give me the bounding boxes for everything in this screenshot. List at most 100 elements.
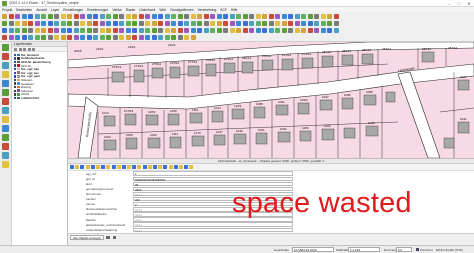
toolbar-tool-icon[interactable] [112,35,118,40]
toolbar-tool-icon[interactable] [145,35,150,40]
toolbar-tool-icon[interactable] [145,28,150,33]
toolbar-tool-icon[interactable] [54,21,59,26]
layer-visibility-checkbox[interactable] [14,82,17,85]
attribute-tool-icon[interactable] [137,165,142,169]
toolbar-tool-icon[interactable] [177,14,183,19]
attribute-tool-icon[interactable] [116,165,121,169]
layer-visibility-checkbox[interactable] [14,57,17,60]
toolbar-tool-icon[interactable] [106,28,111,33]
toolbar-tool-icon[interactable] [197,28,202,33]
toolbar-tool-icon[interactable] [15,14,20,19]
toolbar-tool-icon[interactable] [177,21,183,26]
layer-visibility-checkbox[interactable] [14,93,17,96]
toolbar-tool-icon[interactable] [15,28,20,33]
toolbar-tool-icon[interactable] [60,28,66,33]
attribute-tool-icon[interactable] [75,165,80,169]
toolbar-tool-icon[interactable] [333,28,339,33]
toolbar-tool-icon[interactable] [210,14,215,19]
toolbar-tool-icon[interactable] [216,28,222,33]
toolbar-tool-icon[interactable] [164,35,170,40]
toolbar-tool-icon[interactable] [216,14,222,19]
add-layer-tool-icon[interactable] [2,152,9,159]
toolbar-tool-icon[interactable] [8,21,14,26]
add-layer-tool-icon[interactable] [2,89,9,96]
layer-visibility-checkbox[interactable] [14,60,17,64]
toolbar-tool-icon[interactable] [320,21,326,26]
toolbar-tool-icon[interactable] [67,28,72,33]
toolbar-tool-icon[interactable] [119,28,124,33]
toolbar-tool-icon[interactable] [216,21,222,26]
toolbar-tool-icon[interactable] [138,35,144,40]
crs-button[interactable]: EPSG:31466 (OTF) [436,248,463,252]
toolbar-tool-icon[interactable] [281,14,287,19]
maximize-button[interactable]: □ [454,0,464,7]
toolbar-tool-icon[interactable] [268,14,274,19]
toolbar-tool-icon[interactable] [47,35,53,40]
toolbar-tool-icon[interactable] [67,14,72,19]
attribute-tool-icon[interactable] [163,165,168,169]
attribute-tool-icon[interactable] [85,165,90,169]
menu-item[interactable]: Datenbank [139,8,155,12]
menu-item[interactable]: Geoalgorithmen [170,8,193,12]
coordinate-field[interactable]: 10.5584,49.6228 [292,247,334,252]
layer-visibility-checkbox[interactable] [14,89,17,92]
toolbar-tool-icon[interactable] [197,21,202,26]
toolbar-tool-icon[interactable] [203,14,209,19]
toolbar-tool-icon[interactable] [132,21,137,26]
toolbar-tool-icon[interactable] [138,28,144,33]
menu-item[interactable]: Hilfe [231,8,238,12]
toolbar-tool-icon[interactable] [8,28,14,33]
attribute-tool-icon[interactable] [147,165,152,169]
attribute-tool-icon[interactable] [90,165,95,169]
toolbar-tool-icon[interactable] [41,28,46,33]
toolbar-tool-icon[interactable] [119,21,124,26]
toolbar-tool-icon[interactable] [255,28,261,33]
toolbar-tool-icon[interactable] [275,14,280,19]
toolbar-tool-icon[interactable] [249,28,254,33]
toolbar-tool-icon[interactable] [262,14,267,19]
toolbar-tool-icon[interactable] [223,28,228,33]
toolbar-tool-icon[interactable] [106,35,111,40]
toolbar-tool-icon[interactable] [41,14,46,19]
toolbar-tool-icon[interactable] [99,21,105,26]
toolbar-tool-icon[interactable] [145,21,150,26]
toolbar-tool-icon[interactable] [268,21,274,26]
layer-visibility-checkbox[interactable] [14,64,17,67]
add-layer-tool-icon[interactable] [2,98,9,105]
scale-field[interactable]: 1:1.169 [348,247,380,252]
toolbar-tool-icon[interactable] [28,21,33,26]
toolbar-tool-icon[interactable] [34,21,40,26]
toolbar-tool-icon[interactable] [132,14,137,19]
toolbar-tool-icon[interactable] [249,21,254,26]
menu-item[interactable]: SCF [220,8,227,12]
toolbar-tool-icon[interactable] [294,14,300,19]
toolbar-tool-icon[interactable] [125,21,131,26]
toolbar-tool-icon[interactable] [236,14,241,19]
toolbar-tool-icon[interactable] [249,14,254,19]
toolbar-tool-icon[interactable] [229,14,235,19]
attribute-tool-icon[interactable] [189,165,194,169]
toolbar-tool-icon[interactable] [8,35,14,40]
toolbar-tool-icon[interactable] [60,21,66,26]
toolbar-tool-icon[interactable] [327,14,332,19]
show-all-features-dropdown[interactable]: Alle Objekte anzeigen [70,235,105,240]
minimize-button[interactable]: – [444,0,454,7]
toolbar-tool-icon[interactable] [301,14,306,19]
layer-visibility-checkbox[interactable] [14,96,17,100]
toolbar-tool-icon[interactable] [236,21,241,26]
toolbar-tool-icon[interactable] [138,14,144,19]
toolbar-tool-icon[interactable] [2,14,7,19]
toolbar-tool-icon[interactable] [28,14,33,19]
attribute-tool-icon[interactable] [168,165,173,169]
toolbar-tool-icon[interactable] [80,14,85,19]
collapse-all-icon[interactable] [27,47,31,51]
toolbar-tool-icon[interactable] [171,35,176,40]
toolbar-tool-icon[interactable] [34,14,40,19]
toolbar-tool-icon[interactable] [67,35,72,40]
toolbar-tool-icon[interactable] [99,35,105,40]
toolbar-tool-icon[interactable] [171,28,176,33]
toolbar-tool-icon[interactable] [54,28,59,33]
toolbar-tool-icon[interactable] [190,21,196,26]
toolbar-tool-icon[interactable] [99,14,105,19]
add-layer-tool-icon[interactable] [2,134,9,141]
